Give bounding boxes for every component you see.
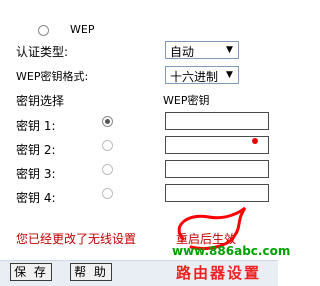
- key-format-label: WEP密钥格式:: [16, 70, 89, 83]
- key-format-select[interactable]: 十六进制 ▼: [165, 66, 239, 84]
- save-button[interactable]: 保 存: [10, 263, 52, 281]
- wep-radio[interactable]: [38, 25, 49, 36]
- key1-radio[interactable]: [102, 116, 113, 127]
- key3-radio[interactable]: [102, 164, 113, 175]
- key1-label: 密钥 1:: [16, 119, 56, 133]
- warning-text: 您已经更改了无线设置: [16, 232, 137, 246]
- auth-type-value: 自动: [170, 45, 195, 59]
- key-select-header: 密钥选择: [16, 94, 65, 108]
- key2-radio[interactable]: [102, 140, 113, 151]
- key3-label: 密钥 3:: [16, 167, 56, 181]
- auth-type-label: 认证类型:: [16, 45, 69, 59]
- key1-input[interactable]: [165, 112, 269, 130]
- key-format-value: 十六进制: [170, 70, 219, 84]
- chevron-down-icon[interactable]: ▼: [222, 43, 237, 57]
- help-button[interactable]: 帮 助: [70, 263, 112, 281]
- wep-label: WEP: [70, 23, 95, 36]
- watermark-text: 路由器设置: [176, 264, 262, 282]
- key4-input[interactable]: [165, 184, 269, 202]
- key4-radio[interactable]: [102, 188, 113, 199]
- key2-label: 密钥 2:: [16, 143, 56, 157]
- watermark-url: www.886abc.com: [172, 244, 291, 258]
- key4-label: 密钥 4:: [16, 191, 56, 205]
- auth-type-select[interactable]: 自动 ▼: [165, 41, 239, 59]
- red-dot-marker: [252, 138, 258, 144]
- key3-input[interactable]: [165, 160, 269, 178]
- wep-key-header: WEP密钥: [163, 94, 210, 107]
- chevron-down-icon[interactable]: ▼: [222, 68, 237, 82]
